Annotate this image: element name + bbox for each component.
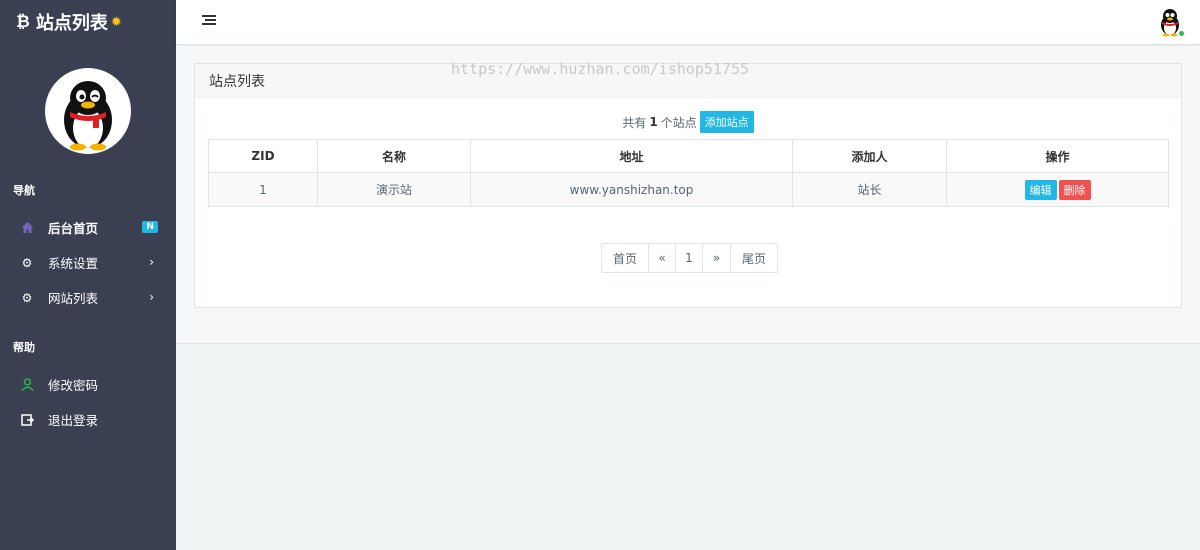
cell-actions: 编辑 删除 — [946, 172, 1169, 207]
summary-suffix: 个站点 — [660, 115, 697, 130]
top-header — [176, 0, 1200, 45]
cell-adder: 站长 — [792, 172, 947, 207]
table-header-row: ZID 名称 地址 添加人 操作 — [208, 139, 1169, 173]
penguin-icon — [64, 81, 112, 151]
content-area: 站点列表 https://www.huzhan.com/ishop51755 共… — [176, 46, 1200, 344]
page-next-button[interactable]: » — [703, 244, 731, 272]
help-section-title: 帮助 — [13, 341, 35, 354]
site-list-panel: 站点列表 https://www.huzhan.com/ishop51755 共… — [194, 60, 1182, 308]
watermark: https://www.huzhan.com/ishop51755 — [451, 60, 750, 78]
sidebar-item-label: 退出登录 — [48, 413, 99, 428]
column-header-adder[interactable]: 添加人 — [792, 139, 947, 173]
nav-section-title: 导航 — [13, 184, 35, 197]
panel-title: 站点列表 — [209, 73, 265, 90]
cell-name: 演示站 — [317, 172, 471, 207]
sidebar-item-label: 系统设置 — [48, 256, 99, 271]
column-header-actions: 操作 — [946, 139, 1169, 173]
sidebar-item-change-password[interactable]: 修改密码 — [0, 367, 176, 402]
brand[interactable]: ₿ 站点列表 ✹ — [0, 0, 176, 44]
user-icon — [20, 378, 34, 392]
sidebar-item-label: 网站列表 — [48, 291, 99, 306]
summary-count: 1 — [649, 115, 658, 129]
gear-icon: ⚙ — [21, 290, 33, 305]
chevron-right-icon: › — [149, 290, 154, 304]
user-avatar[interactable] — [1156, 7, 1185, 37]
bitcoin-icon: ₿ — [16, 12, 30, 32]
new-badge: N — [142, 221, 158, 233]
summary-line: 共有 1 个站点 添加站点 — [195, 111, 1181, 133]
column-header-zid[interactable]: ZID — [208, 139, 318, 173]
sidebar-item-home[interactable]: 后台首页 N — [0, 210, 176, 245]
page-first-button[interactable]: 首页 — [602, 244, 649, 272]
sidebar: ₿ 站点列表 ✹ 导航 后台首页 N ⚙ 系统设置 › ⚙ 网站列表 › 帮助 … — [0, 0, 176, 550]
summary-prefix: 共有 — [622, 115, 647, 130]
page-number-button[interactable]: 1 — [676, 244, 703, 272]
page-prev-button[interactable]: « — [649, 244, 676, 272]
cell-zid: 1 — [208, 172, 318, 207]
gear-icon: ⚙ — [21, 255, 33, 270]
add-site-button[interactable]: 添加站点 — [699, 111, 754, 133]
column-header-name[interactable]: 名称 — [317, 139, 471, 173]
online-status-dot — [1178, 30, 1185, 37]
cell-address: www.yanshizhan.top — [470, 172, 793, 207]
sidebar-item-site-list[interactable]: ⚙ 网站列表 › — [0, 280, 176, 315]
site-table: ZID 名称 地址 添加人 操作 1 演示站 www.yanshizhan.to… — [208, 139, 1169, 207]
page-last-button[interactable]: 尾页 — [731, 244, 777, 272]
pagination: 首页 « 1 » 尾页 — [601, 243, 778, 273]
edit-button[interactable]: 编辑 — [1024, 179, 1057, 200]
sidebar-item-system-settings[interactable]: ⚙ 系统设置 › — [0, 245, 176, 280]
column-header-address[interactable]: 地址 — [470, 139, 793, 173]
sidebar-item-logout[interactable]: 退出登录 — [0, 402, 176, 437]
menu-toggle-icon[interactable] — [202, 15, 216, 29]
home-icon — [20, 221, 34, 235]
table-row: 1 演示站 www.yanshizhan.top 站长 编辑 删除 — [208, 172, 1169, 207]
chevron-right-icon: › — [149, 255, 154, 269]
brand-title: 站点列表 — [35, 13, 108, 34]
logout-icon — [20, 413, 34, 427]
sidebar-item-label: 修改密码 — [48, 378, 99, 393]
avatar[interactable] — [45, 68, 131, 154]
sidebar-item-label: 后台首页 — [48, 221, 99, 236]
delete-button[interactable]: 删除 — [1058, 179, 1091, 200]
sun-icon: ✹ — [110, 14, 122, 30]
